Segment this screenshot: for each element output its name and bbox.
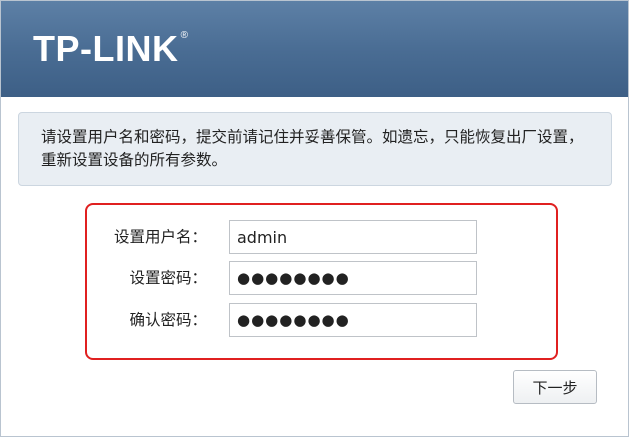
- brand-logo: TP-LINK ®: [33, 28, 188, 69]
- confirm-password-label: 确认密码：: [129, 311, 207, 329]
- confirm-password-input[interactable]: [229, 303, 477, 337]
- username-label: 设置用户名：: [113, 228, 207, 246]
- header-banner: TP-LINK ®: [1, 1, 628, 97]
- setup-window: TP-LINK ® 请设置用户名和密码，提交前请记住并妥善保管。如遗忘，只能恢复…: [0, 0, 629, 437]
- brand-name: TP-LINK: [33, 28, 179, 69]
- registered-mark: ®: [180, 30, 189, 41]
- next-step-button[interactable]: 下一步: [513, 370, 597, 404]
- notice-box: 请设置用户名和密码，提交前请记住并妥善保管。如遗忘，只能恢复出厂设置，重新设置设…: [18, 112, 612, 186]
- username-input[interactable]: [229, 220, 477, 254]
- password-input[interactable]: [229, 261, 477, 295]
- notice-text: 请设置用户名和密码，提交前请记住并妥善保管。如遗忘，只能恢复出厂设置，重新设置设…: [41, 128, 584, 169]
- password-label: 设置密码：: [129, 269, 207, 287]
